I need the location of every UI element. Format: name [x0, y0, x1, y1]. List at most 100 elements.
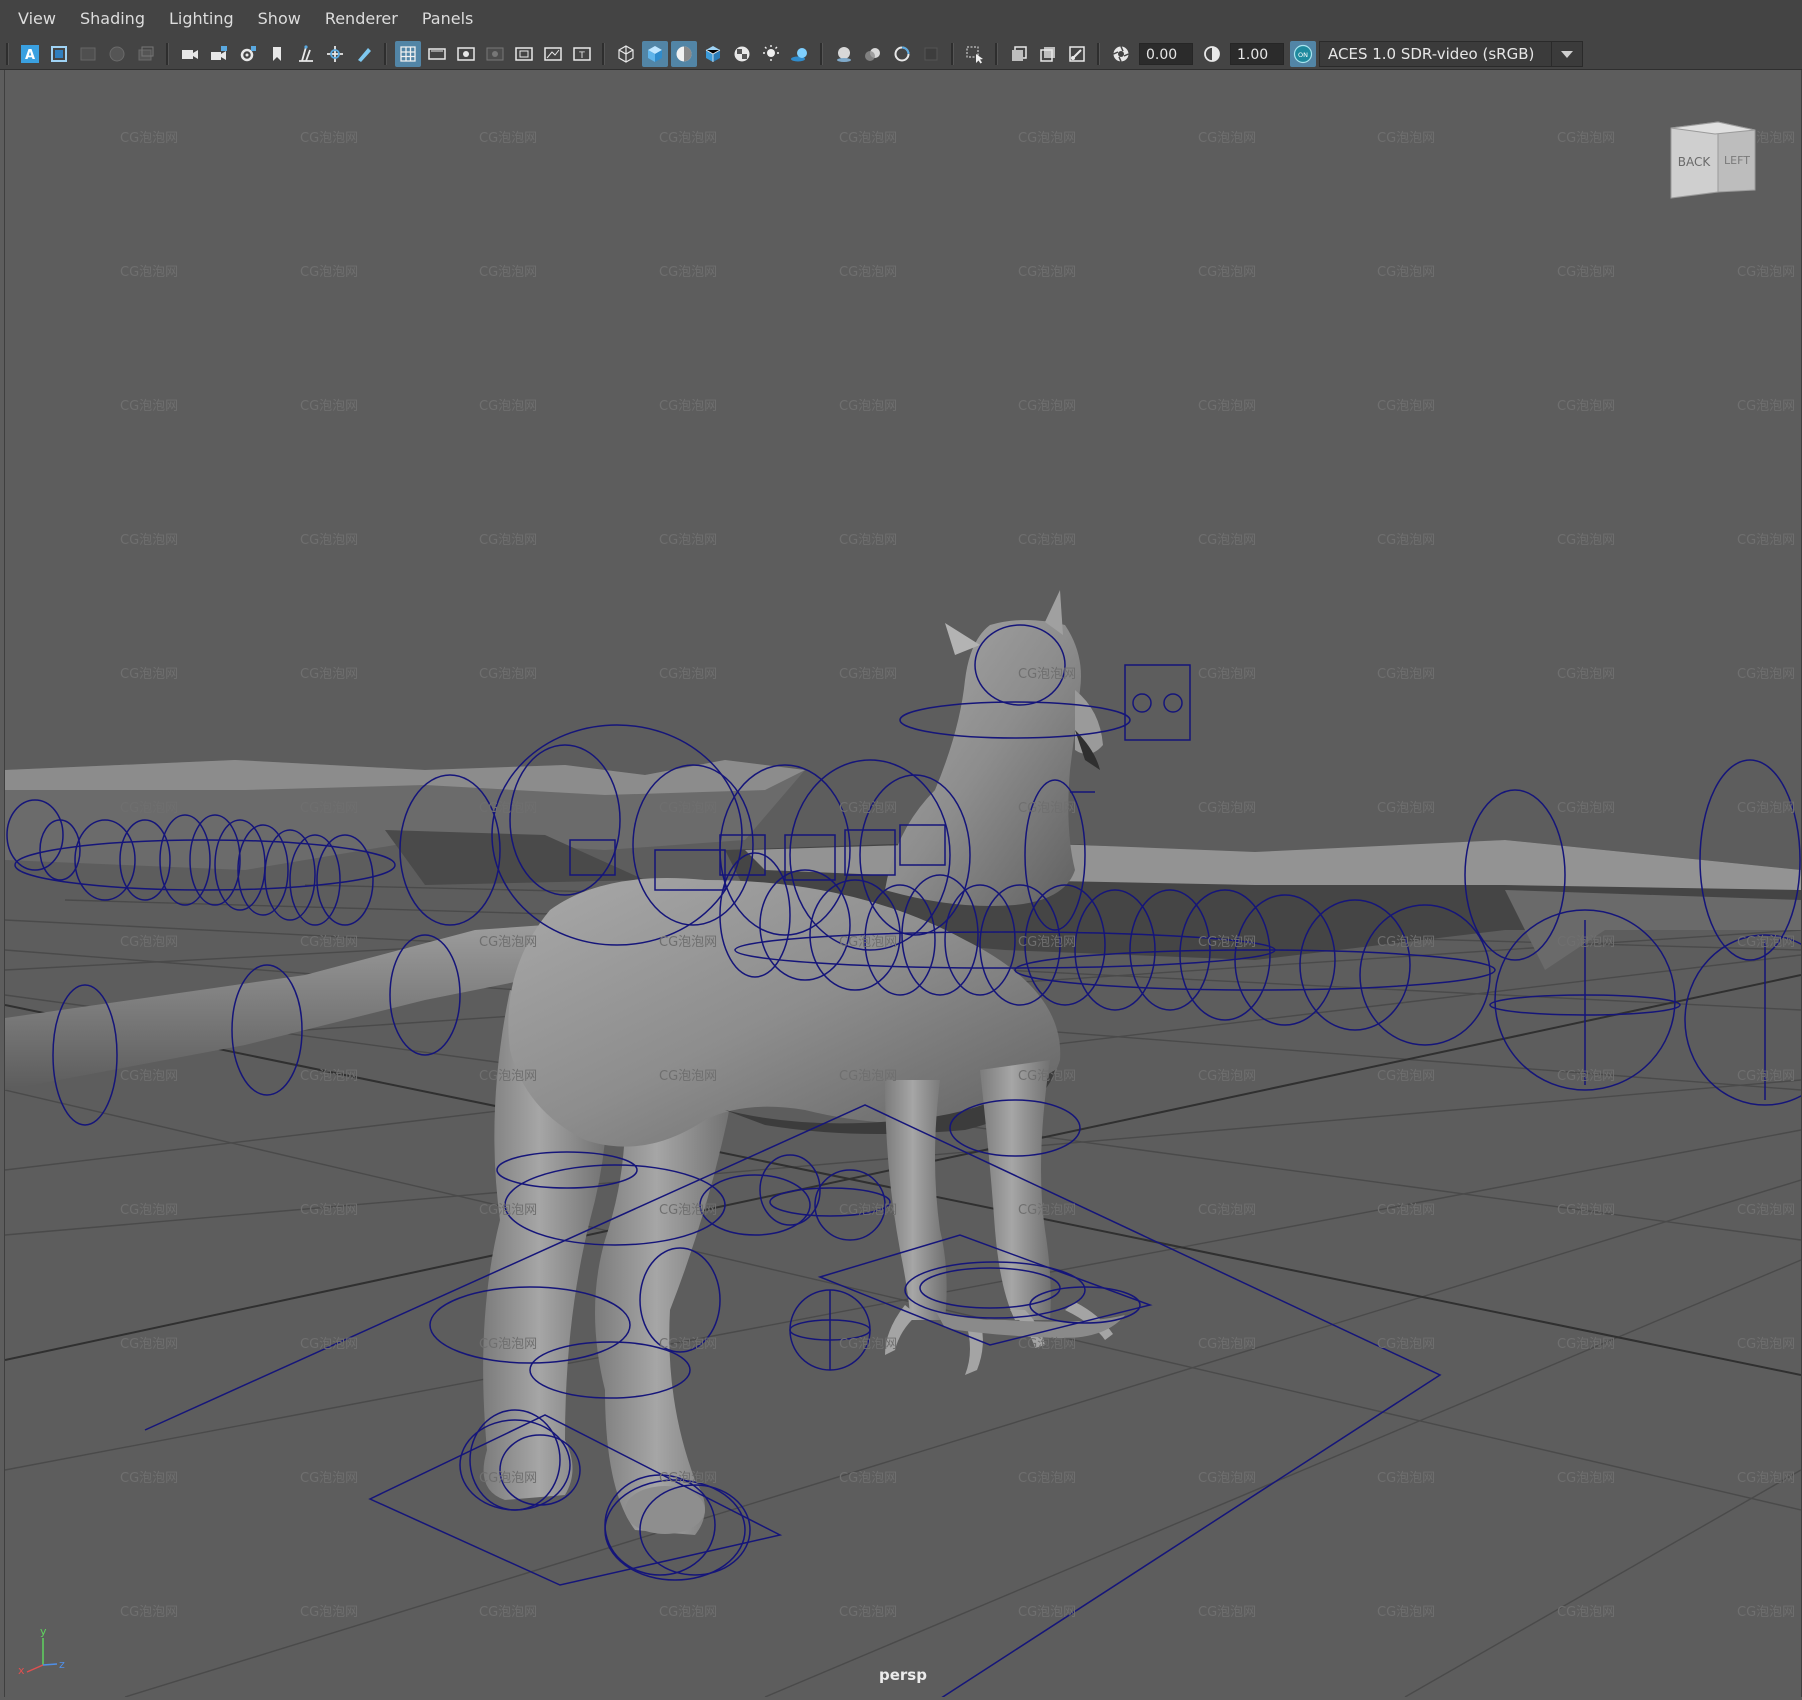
menu-lighting[interactable]: Lighting — [157, 0, 246, 38]
menu-renderer[interactable]: Renderer — [313, 0, 410, 38]
movie-camera-icon — [181, 49, 198, 59]
front-leg-right — [980, 1060, 1051, 1320]
grid-toggle-button[interactable] — [394, 40, 421, 67]
wire-on-shaded-icon — [705, 45, 720, 62]
color-management-toggle[interactable]: ON — [1289, 40, 1316, 67]
gate-mask-button[interactable] — [482, 41, 508, 67]
gear-camera-icon — [240, 45, 256, 61]
light-bulb-icon — [762, 44, 779, 61]
isolate-select-button[interactable] — [962, 41, 988, 67]
2d-pan-zoom-icon — [138, 46, 153, 60]
ambient-occlusion-icon — [836, 46, 851, 62]
lock-camera-button[interactable] — [206, 41, 232, 67]
bookmark-icon — [272, 46, 281, 61]
view-transform-dropdown[interactable]: ACES 1.0 SDR-video (sRGB) — [1319, 40, 1583, 67]
film-gate-button[interactable] — [424, 41, 450, 67]
xray-active-components-button[interactable] — [1035, 41, 1061, 67]
xray-icon — [1011, 45, 1027, 61]
toolbar-separator — [602, 42, 605, 65]
resolution-gate-icon — [456, 46, 475, 61]
toolbar-separator — [995, 42, 998, 65]
exposure-icon — [1112, 45, 1129, 62]
gamma-button[interactable] — [1199, 41, 1225, 67]
multisample-aa-button[interactable] — [889, 41, 915, 67]
xray-components-icon — [1039, 46, 1055, 62]
bookmark-button[interactable] — [264, 41, 290, 67]
color-management-badge: ON — [1298, 51, 1308, 59]
panel-menubar: View Shading Lighting Show Renderer Pane… — [0, 0, 1802, 39]
smooth-shade-button[interactable] — [641, 40, 668, 67]
gate-mask-icon — [486, 47, 503, 60]
panel-toolbar: A T 0.00 1.00 ON ACES 1.0 SDR-video (sRG… — [0, 38, 1802, 70]
left-wing — [5, 760, 805, 885]
toolbar-separator — [951, 42, 954, 65]
motion-blur-icon — [864, 47, 880, 61]
axis-y-label: y — [40, 1625, 47, 1638]
camera-attributes-button[interactable] — [46, 41, 72, 67]
menu-show[interactable]: Show — [246, 0, 313, 38]
wireframe-on-shaded-button[interactable] — [700, 41, 726, 67]
chevron-down-icon — [1561, 50, 1573, 58]
exposure-field[interactable]: 0.00 — [1139, 42, 1193, 65]
neck-and-head — [885, 590, 1103, 906]
menu-panels[interactable]: Panels — [410, 0, 486, 38]
perspective-viewport[interactable]: CG泡泡网 CG泡泡网 CG泡泡网 CG泡泡网 CG泡泡网 CG泡泡网 CG泡泡网 CG泡泡网… — [4, 70, 1802, 1697]
toolbar-separator — [166, 42, 169, 65]
move-tool-icon — [326, 45, 343, 62]
view-cube-back-label: BACK — [1678, 155, 1712, 169]
motion-blur-button[interactable] — [860, 41, 886, 67]
tail — [5, 925, 550, 1090]
view-cube-left-label: LEFT — [1724, 154, 1750, 167]
color-management-icon: ON — [1293, 44, 1312, 63]
menu-view[interactable]: View — [0, 0, 68, 38]
camera-button[interactable] — [177, 41, 203, 67]
checker-icon — [734, 46, 749, 61]
grid-axis-icon — [298, 44, 313, 62]
isolate-select-icon — [966, 46, 983, 63]
bookmarks-button[interactable] — [75, 41, 101, 67]
default-material-button[interactable] — [670, 40, 697, 67]
anti-aliasing-icon — [894, 46, 909, 61]
gamma-icon — [1203, 45, 1220, 62]
textured-button[interactable] — [729, 41, 755, 67]
film-gate-icon — [427, 47, 446, 60]
field-chart-icon — [514, 46, 533, 61]
shadow-sphere-icon — [790, 47, 807, 61]
safe-title-button[interactable]: T — [569, 41, 595, 67]
gamma-field[interactable]: 1.00 — [1230, 42, 1284, 65]
camera-settings-button[interactable] — [235, 41, 261, 67]
safe-title-icon: T — [572, 46, 591, 61]
2d-pan-zoom-button[interactable] — [133, 41, 159, 67]
image-plane-button[interactable] — [104, 41, 130, 67]
safe-action-button[interactable] — [540, 41, 566, 67]
toolbar-separator — [1097, 42, 1100, 65]
material-sphere-icon — [676, 46, 691, 61]
image-plane-icon — [109, 46, 124, 61]
pencil-button[interactable] — [351, 41, 377, 67]
svg-text:T: T — [578, 51, 585, 61]
dropdown-arrow[interactable] — [1551, 41, 1582, 66]
scene-canvas[interactable] — [5, 70, 1801, 1697]
exposure-button[interactable] — [1108, 41, 1134, 67]
resolution-gate-button[interactable] — [453, 41, 479, 67]
field-chart-button[interactable] — [511, 41, 537, 67]
snap-view-button[interactable] — [322, 41, 348, 67]
safe-action-icon — [543, 46, 562, 61]
wireframe-button[interactable] — [613, 41, 639, 67]
shaded-cube-icon — [647, 45, 662, 62]
grease-pencil-button[interactable] — [293, 41, 319, 67]
xray-joints-icon — [1068, 45, 1085, 62]
select-camera-button[interactable]: A — [17, 41, 43, 67]
screen-space-ao-button[interactable] — [831, 41, 857, 67]
grid-icon — [399, 45, 416, 62]
xray-button[interactable] — [1006, 41, 1032, 67]
view-cube[interactable]: BACK LEFT — [1663, 116, 1763, 206]
select-camera-icon: A — [20, 44, 39, 63]
shadows-button[interactable] — [787, 41, 813, 67]
menu-shading[interactable]: Shading — [68, 0, 157, 38]
xray-joints-button[interactable] — [1064, 41, 1090, 67]
toolbar-separator — [820, 42, 823, 65]
depth-of-field-button[interactable] — [918, 41, 944, 67]
axis-z-line — [42, 1663, 58, 1666]
use-all-lights-button[interactable] — [758, 41, 784, 67]
